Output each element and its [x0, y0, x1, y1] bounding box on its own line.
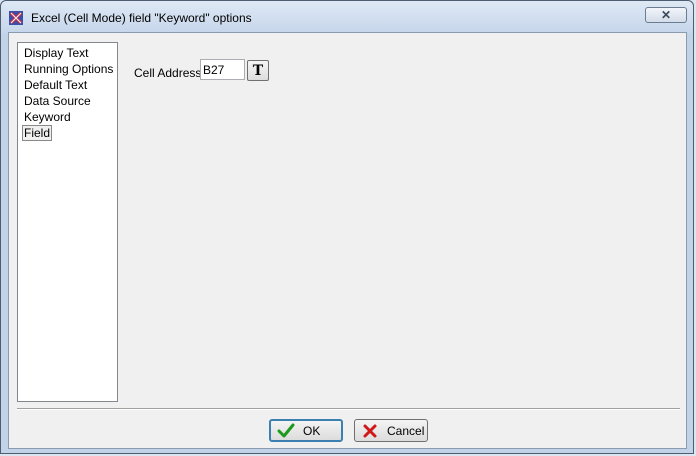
cancel-button[interactable]: Cancel [354, 419, 428, 442]
text-format-button[interactable]: T [247, 60, 269, 81]
footer-divider [17, 408, 680, 410]
cancel-label: Cancel [387, 423, 425, 438]
text-t-icon: T [252, 62, 264, 79]
nav-item-keyword[interactable]: Keyword [18, 109, 117, 125]
dialog-window: Excel (Cell Mode) field "Keyword" option… [0, 0, 694, 454]
cell-address-input[interactable] [200, 59, 245, 80]
nav-item-running-options[interactable]: Running Options [18, 61, 117, 77]
dialog-body: Display Text Running Options Default Tex… [8, 32, 687, 449]
window-title: Excel (Cell Mode) field "Keyword" option… [31, 11, 252, 25]
close-button[interactable]: ✕ [645, 7, 687, 23]
close-icon: ✕ [660, 8, 672, 22]
checkmark-icon [277, 423, 295, 439]
options-nav-list: Display Text Running Options Default Tex… [17, 42, 118, 402]
ok-button[interactable]: OK [269, 419, 343, 442]
cell-address-label: Cell Address [134, 66, 202, 80]
ok-label: OK [303, 423, 321, 438]
nav-item-field[interactable]: Field [18, 125, 117, 141]
app-icon [9, 11, 23, 25]
red-x-icon [361, 423, 379, 439]
nav-item-default-text[interactable]: Default Text [18, 77, 117, 93]
nav-item-data-source[interactable]: Data Source [18, 93, 117, 109]
nav-item-display-text[interactable]: Display Text [18, 45, 117, 61]
title-bar[interactable]: Excel (Cell Mode) field "Keyword" option… [1, 1, 693, 34]
